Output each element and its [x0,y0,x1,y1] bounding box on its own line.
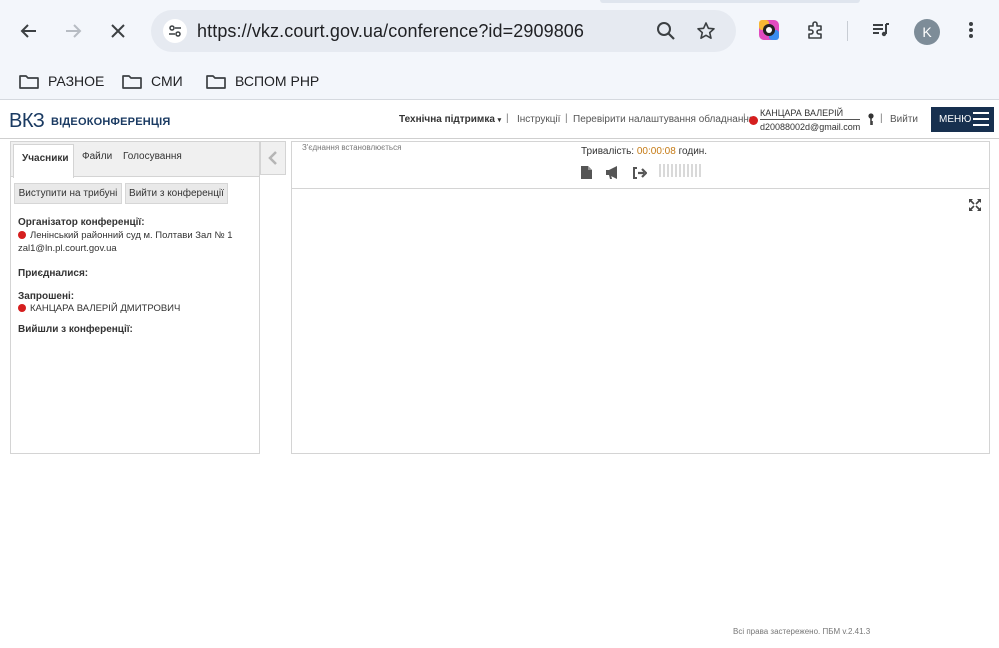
invited-name: КАНЦАРА ВАЛЕРІЙ ДМИТРОВИЧ [30,303,181,314]
bookmark-label: ВСПОМ PHP [235,73,320,89]
stop-loading-icon[interactable] [104,17,132,45]
support-label: Технічна підтримка [399,114,495,125]
organizer-name: Ленінський районний суд м. Полтави Зал №… [30,230,233,241]
separator: | [743,113,746,124]
extensions-icon[interactable] [803,18,827,42]
exit-icon[interactable] [633,166,648,179]
status-dot [18,231,26,239]
bookmark-label: РАЗНОЕ [48,73,105,89]
url-text[interactable]: https://vkz.court.gov.ua/conference?id=2… [197,21,584,42]
joined-label: Приєдналися: [18,268,89,279]
bookmark-folder-misc[interactable]: РАЗНОЕ [19,70,104,92]
fullscreen-icon[interactable] [968,198,982,212]
user-status-indicator [749,116,758,125]
speak-on-tribune-button[interactable]: Виступити на трибуні [14,183,122,204]
user-email: d20088002d@gmail.com [760,122,861,132]
menu-label: МЕНЮ [939,114,972,125]
tab-participants[interactable]: Учасники [13,144,74,178]
conference-status-bar: З'єднання встановлюється Тривалість: 00:… [292,142,989,189]
address-bar[interactable]: https://vkz.court.gov.ua/conference?id=2… [151,10,736,52]
connection-status: З'єднання встановлюється [302,143,402,152]
status-dot [18,304,26,312]
duration-label: Тривалість: [581,146,635,157]
tab-strip-edge [600,0,860,3]
footer-copyright: Всі права застережено. ПБМ v.2.41.3 [733,627,871,636]
browser-toolbar: https://vkz.court.gov.ua/conference?id=2… [0,0,999,62]
app-header: ВКЗ ВІДЕОКОНФЕРЕНЦІЯ Технічна підтримка … [0,101,999,139]
more-menu-icon[interactable] [959,18,983,42]
separator: | [880,113,883,124]
forward-icon[interactable] [59,17,87,45]
support-dropdown[interactable]: Технічна підтримка ▾ [399,114,501,125]
app-logo-subtitle: ВІДЕОКОНФЕРЕНЦІЯ [51,116,171,128]
profile-avatar[interactable]: K [914,19,940,45]
collapse-panel-button[interactable] [260,141,286,175]
separator: | [565,113,568,124]
caret-down-icon: ▾ [497,117,502,124]
chevron-left-icon [268,151,277,165]
organizer-entry: Ленінський районний суд м. Полтави Зал №… [18,230,233,241]
organizer-label: Організатор конференції: [18,217,145,228]
check-equipment-link[interactable]: Перевірити налаштування обладнання [573,114,754,125]
separator: | [506,113,509,124]
menu-button[interactable]: МЕНЮ [931,107,994,132]
folder-icon [206,74,226,89]
folder-icon [19,74,39,89]
duration-display: Тривалість: 00:00:08 годин. [581,146,707,157]
zoom-icon[interactable] [654,19,678,43]
bookmark-label: СМИ [151,73,183,89]
leave-conference-button[interactable]: Вийти з конференції [125,183,228,204]
left-conference-label: Вийшли з конференції: [18,324,133,335]
logout-link[interactable]: Вийти [890,114,918,125]
app-logo[interactable]: ВКЗ [9,110,45,133]
back-icon[interactable] [15,17,43,45]
megaphone-icon[interactable] [605,166,620,179]
duration-value: 00:00:08 [636,146,676,157]
hamburger-icon [973,112,989,126]
bookmark-folder-php[interactable]: ВСПОМ PHP [206,70,319,92]
bookmark-star-icon[interactable] [694,19,718,43]
invited-entry: КАНЦАРА ВАЛЕРІЙ ДМИТРОВИЧ [18,303,180,314]
bookmark-folder-media[interactable]: СМИ [122,70,183,92]
tab-files[interactable]: Файли [82,151,112,162]
document-icon[interactable] [581,166,596,179]
duration-unit: годин. [678,146,708,157]
media-control-icon[interactable] [869,18,893,42]
user-name[interactable]: КАНЦАРА ВАЛЕРІЙ [760,108,860,120]
audio-level-meter [659,164,703,177]
participants-panel: Учасники Файли Голосування Виступити на … [10,141,260,454]
bookmarks-bar: РАЗНОЕ СМИ ВСПОМ PHP [0,62,999,100]
video-panel: З'єднання встановлюється Тривалість: 00:… [291,141,990,454]
key-icon[interactable] [867,113,877,127]
instructions-link[interactable]: Інструкції [517,114,560,125]
site-settings-icon[interactable] [163,19,187,43]
tab-voting[interactable]: Голосування [123,151,182,162]
organizer-email: zal1@ln.pl.court.gov.ua [18,243,117,254]
toolbar-separator [847,21,848,41]
invited-label: Запрошені: [18,291,75,302]
color-extension-icon[interactable] [757,18,781,42]
folder-icon [122,74,142,89]
panel-tabs: Учасники Файли Голосування [11,142,259,178]
